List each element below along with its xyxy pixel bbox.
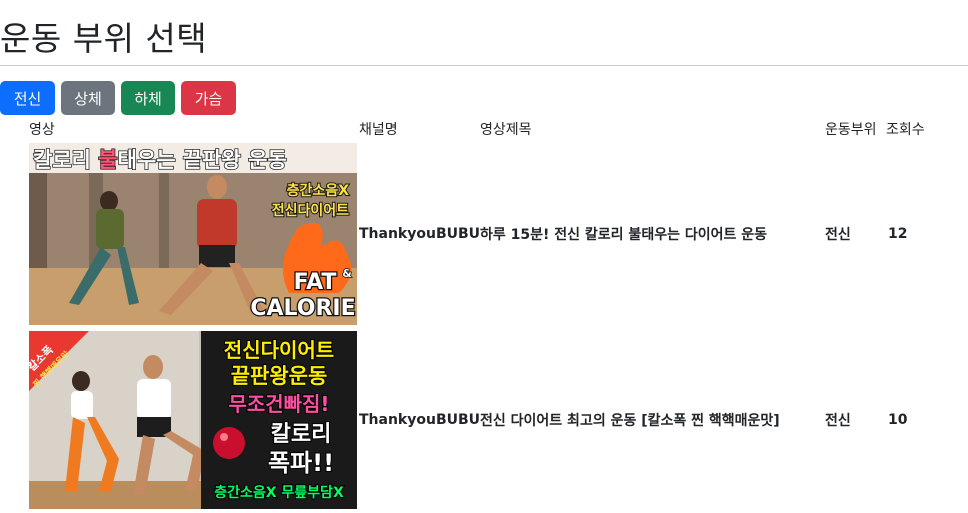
body-part: 전신 [825,227,851,243]
view-count: 12 [888,226,908,242]
header-video: 영상 [29,122,55,138]
svg-text:&: & [342,267,352,280]
filter-buttons: 전신 상체 하체 가슴 [0,81,236,115]
view-count: 10 [888,412,908,428]
svg-text:끝판왕운동: 끝판왕운동 [231,364,328,388]
channel-name: ThankyouBUBU [359,412,481,428]
svg-text:칼로리: 칼로리 [271,422,332,447]
svg-text:전신다이어트: 전신다이어트 [272,202,349,219]
svg-text:칼로리 불태우는 끝판왕 운동: 칼로리 불태우는 끝판왕 운동 [33,148,287,172]
header-title: 영상제목 [480,122,532,138]
svg-text:CALORIE: CALORIE [250,296,355,321]
header-channel: 채널명 [359,122,398,138]
svg-text:폭파!!: 폭파!! [268,449,334,477]
video-title[interactable]: 하루 15분! 전신 칼로리 불태우는 다이어트 운동 [480,141,825,327]
table-header-row: 영상 채널명 영상제목 운동부위 조회수 [29,117,946,141]
filter-upper-button[interactable]: 상체 [61,81,115,115]
svg-text:FAT: FAT [294,270,337,295]
table-row: 칼로리 불태우는 끝판왕 운동 층간소음X 전신다이어트 FAT & CALOR… [29,141,946,327]
svg-text:전신다이어트: 전신다이어트 [224,338,334,362]
table-row: 칼소폭 찐 핵핵매운맛 전신다이어트 끝판왕운동 무조건빠짐! 칼로리 폭파!!… [29,327,946,513]
svg-text:층간소음X 무릎부담X: 층간소음X 무릎부담X [214,484,344,501]
filter-all-button[interactable]: 전신 [0,81,55,115]
filter-chest-button[interactable]: 가슴 [181,81,236,115]
video-table: 영상 채널명 영상제목 운동부위 조회수 칼로리 불태우는 끝판왕 운동 층간소… [29,117,946,513]
svg-text:층간소음X: 층간소음X [287,182,350,199]
svg-text:무조건빠짐!: 무조건빠짐! [228,392,329,416]
filter-lower-button[interactable]: 하체 [121,81,175,115]
body-part: 전신 [825,413,851,429]
video-thumbnail[interactable]: 칼로리 불태우는 끝판왕 운동 층간소음X 전신다이어트 FAT & CALOR… [29,143,357,325]
divider [0,65,968,66]
video-title[interactable]: 전신 다이어트 최고의 운동 [칼소폭 찐 핵핵매운맛] [480,327,825,513]
header-part: 운동부위 [825,122,877,138]
header-views: 조회수 [886,122,925,138]
channel-name: ThankyouBUBU [359,226,481,242]
page-title: 운동 부위 선택 [0,19,208,58]
video-thumbnail[interactable]: 칼소폭 찐 핵핵매운맛 전신다이어트 끝판왕운동 무조건빠짐! 칼로리 폭파!!… [29,331,357,509]
